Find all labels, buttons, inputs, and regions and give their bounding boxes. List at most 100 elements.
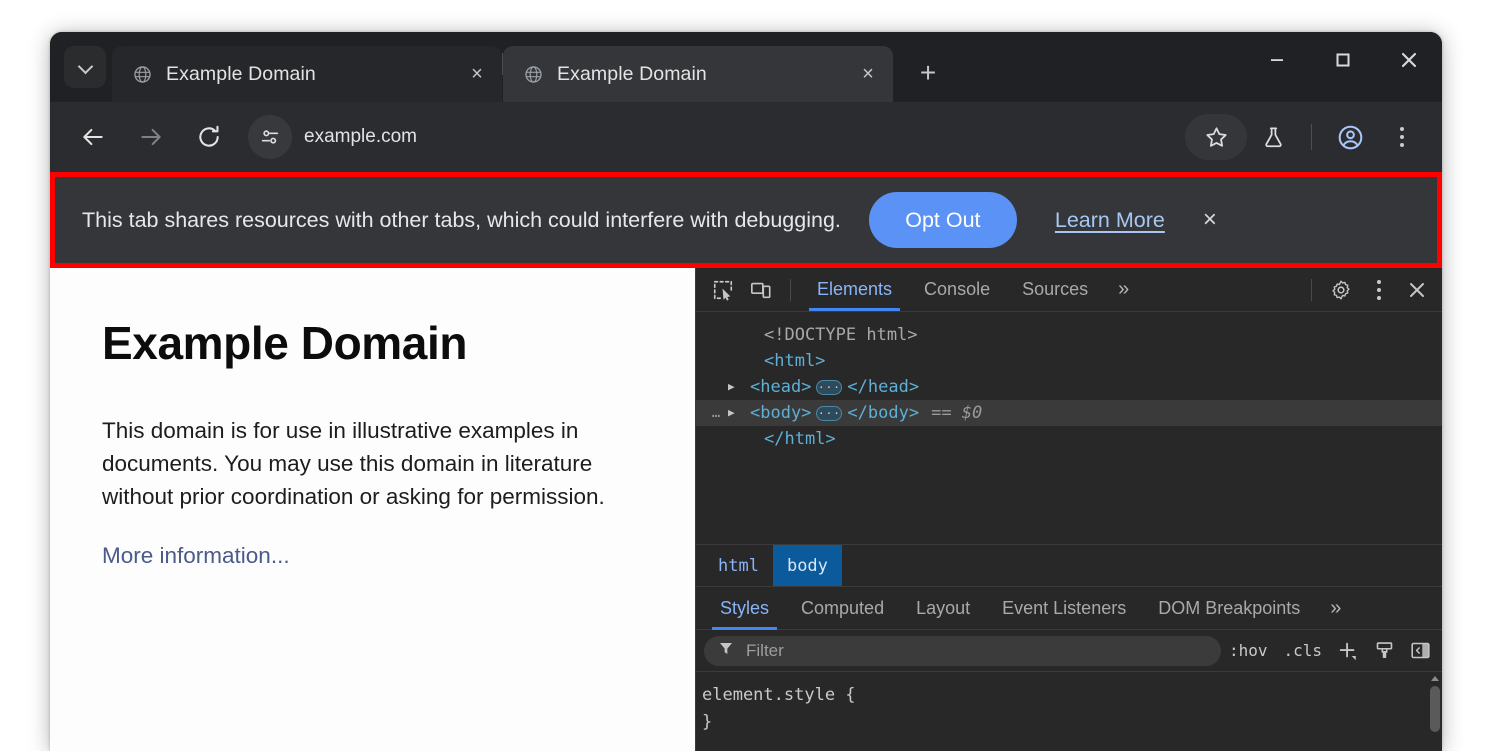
- tab-strip: Example Domain × Example Domain × +: [50, 32, 1442, 102]
- close-button[interactable]: [1376, 32, 1442, 88]
- tab-close-button[interactable]: ×: [464, 61, 490, 87]
- devtools-menu-button[interactable]: [1360, 271, 1398, 309]
- styles-tab-layout[interactable]: Layout: [900, 587, 986, 630]
- minimize-button[interactable]: [1244, 32, 1310, 88]
- page-paragraph: This domain is for use in illustrative e…: [102, 414, 647, 513]
- device-toolbar-icon[interactable]: [742, 271, 780, 309]
- infobar-close-button[interactable]: ×: [1193, 203, 1227, 237]
- dom-breadcrumb: htmlbody: [696, 544, 1442, 586]
- style-rule-selector: element.style {: [702, 682, 1442, 709]
- opt-out-button[interactable]: Opt Out: [869, 192, 1017, 248]
- maximize-button[interactable]: [1310, 32, 1376, 88]
- dom-row-content: <html>: [746, 348, 825, 374]
- globe-icon: [523, 64, 543, 84]
- address-bar[interactable]: example.com: [244, 114, 1185, 160]
- doctype-text: <!DOCTYPE html>: [764, 325, 918, 345]
- styles-tab-computed[interactable]: Computed: [785, 587, 900, 630]
- new-tab-button[interactable]: +: [907, 52, 949, 94]
- dom-tag-text: </body>: [847, 403, 919, 423]
- dom-tree-row[interactable]: ▶<html>: [696, 348, 1442, 374]
- devtools-toolbar-divider: [790, 279, 791, 301]
- chevron-down-icon: [78, 60, 93, 75]
- dom-tag-text: </head>: [847, 377, 919, 397]
- devtools-close-button[interactable]: [1398, 271, 1436, 309]
- dom-tree-row[interactable]: …▶<body> ··· </body> == $0: [696, 400, 1442, 426]
- devtools-actions-divider: [1311, 279, 1312, 301]
- dom-row-content: <!DOCTYPE html>: [746, 322, 918, 348]
- browser-tab-2[interactable]: Example Domain ×: [503, 46, 893, 102]
- expand-triangle-icon[interactable]: ▶: [728, 374, 746, 400]
- styles-tab-dom-breakpoints[interactable]: DOM Breakpoints: [1142, 587, 1316, 630]
- chrome-labs-button[interactable]: [1247, 114, 1299, 160]
- dom-tree-row[interactable]: ▶</html>: [696, 426, 1442, 452]
- hover-state-button[interactable]: :hov: [1221, 641, 1276, 660]
- devtools-tab-elements[interactable]: Elements: [801, 268, 908, 311]
- url-text: example.com: [304, 126, 417, 148]
- filter-placeholder-text: Filter: [746, 641, 784, 661]
- dom-tag-text: <html>: [764, 351, 825, 371]
- scroll-up-arrow[interactable]: [1431, 676, 1439, 681]
- styles-pane-tabs: Styles Computed Layout Event Listeners D…: [696, 586, 1442, 629]
- dom-tree-row[interactable]: ▶<!DOCTYPE html>: [696, 322, 1442, 348]
- dom-row-content: <head> ··· </head>: [746, 374, 919, 400]
- tab-title: Example Domain: [166, 63, 464, 86]
- devtools-tab-console[interactable]: Console: [908, 268, 1006, 311]
- reload-button[interactable]: [186, 114, 232, 160]
- styles-filter-bar: Filter :hov .cls: [696, 629, 1442, 671]
- breadcrumb-item-body[interactable]: body: [773, 545, 842, 587]
- tab-close-button[interactable]: ×: [855, 61, 881, 87]
- site-settings-icon[interactable]: [248, 115, 292, 159]
- navigation-toolbar: example.com: [50, 102, 1442, 172]
- browser-content-area: Example Domain This domain is for use in…: [50, 268, 1442, 751]
- gear-icon[interactable]: [1322, 271, 1360, 309]
- devtools-toolbar-actions: [1301, 271, 1442, 309]
- dom-tag-text: </html>: [764, 429, 836, 449]
- browser-window: Example Domain × Example Domain × +: [50, 32, 1442, 751]
- forward-button[interactable]: [128, 114, 174, 160]
- window-controls: [1244, 32, 1442, 88]
- back-button[interactable]: [70, 114, 116, 160]
- chrome-menu-button[interactable]: [1376, 114, 1428, 160]
- toggle-sidebar-icon[interactable]: [1402, 634, 1438, 668]
- bookmark-button[interactable]: [1185, 114, 1247, 160]
- devtools-more-tabs-button[interactable]: »: [1104, 278, 1142, 301]
- styles-scroll-thumb[interactable]: [1430, 686, 1440, 732]
- styles-rules-pane[interactable]: element.style { }: [696, 671, 1442, 751]
- kebab-menu-icon: [1400, 127, 1404, 147]
- paintbrush-icon[interactable]: [1366, 634, 1402, 668]
- devtools-tab-sources[interactable]: Sources: [1006, 268, 1104, 311]
- devtools-panel: Elements Console Sources »: [695, 268, 1442, 751]
- learn-more-link[interactable]: Learn More: [1055, 208, 1165, 233]
- styles-tab-styles[interactable]: Styles: [704, 587, 785, 630]
- styles-filter-input[interactable]: Filter: [704, 636, 1221, 666]
- new-style-rule-icon[interactable]: [1330, 634, 1366, 668]
- expand-ellipsis-icon[interactable]: ···: [816, 380, 842, 395]
- dom-tree-row[interactable]: ▶<head> ··· </head>: [696, 374, 1442, 400]
- globe-icon: [132, 64, 152, 84]
- devtools-infobar: This tab shares resources with other tab…: [50, 172, 1442, 268]
- styles-scrollbar[interactable]: [1428, 672, 1442, 751]
- styles-tab-event-listeners[interactable]: Event Listeners: [986, 587, 1142, 630]
- class-editor-button[interactable]: .cls: [1275, 641, 1330, 660]
- inspect-element-icon[interactable]: [704, 271, 742, 309]
- expand-ellipsis-icon[interactable]: ···: [816, 406, 842, 421]
- dom-tag-text: <body>: [750, 403, 811, 423]
- dom-tree[interactable]: ▶<!DOCTYPE html>▶<html>▶<head>···</head>…: [696, 312, 1442, 544]
- breadcrumb-item-html[interactable]: html: [704, 545, 773, 587]
- style-rule-closing-brace: }: [702, 709, 1442, 736]
- toolbar-actions: [1185, 114, 1428, 160]
- tab-search-button[interactable]: [64, 46, 106, 88]
- tab-title: Example Domain: [557, 63, 855, 86]
- dom-tag-text: <head>: [750, 377, 811, 397]
- dom-row-gutter: …: [704, 400, 728, 426]
- page-title: Example Domain: [102, 316, 655, 370]
- infobar-message: This tab shares resources with other tab…: [82, 208, 841, 233]
- console-reference: == $0: [931, 403, 982, 423]
- expand-triangle-icon[interactable]: ▶: [728, 400, 746, 426]
- toolbar-divider: [1311, 124, 1312, 150]
- styles-more-tabs-button[interactable]: »: [1316, 597, 1354, 620]
- profile-avatar[interactable]: [1324, 114, 1376, 160]
- browser-tab-1[interactable]: Example Domain ×: [112, 46, 502, 102]
- devtools-toolbar: Elements Console Sources »: [696, 268, 1442, 312]
- more-information-link[interactable]: More information...: [102, 543, 655, 569]
